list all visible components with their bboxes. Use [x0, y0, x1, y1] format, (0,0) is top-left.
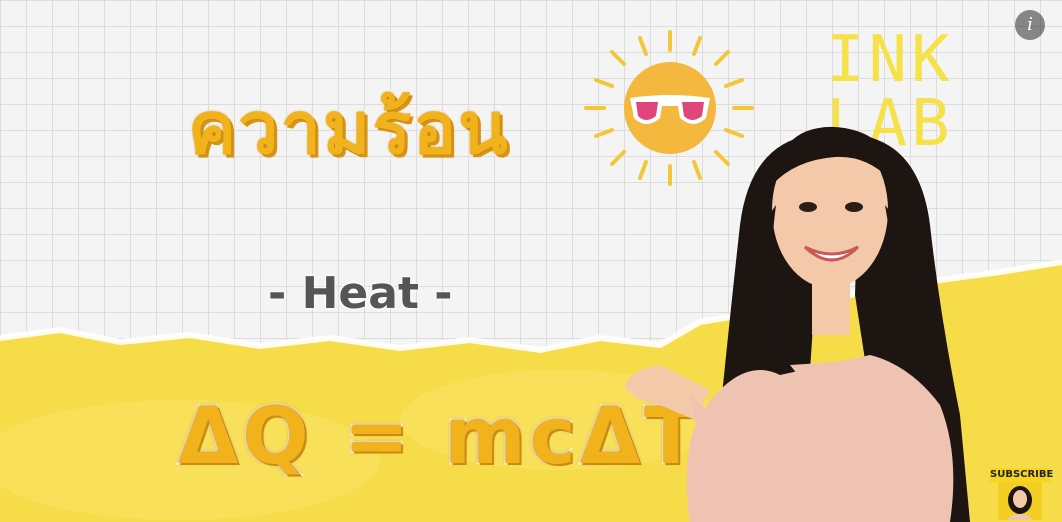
video-frame[interactable]: ความร้อน - Heat - ΔQ = mcΔT INK LAB i SU… — [0, 0, 1062, 522]
video-subtitle: - Heat - — [268, 268, 453, 319]
video-title-thai: ความร้อน — [187, 86, 510, 170]
info-icon[interactable]: i — [1015, 10, 1045, 40]
channel-avatar — [998, 482, 1042, 520]
presenter-photo — [625, 126, 970, 522]
subscribe-label: SUBSCRIBE — [990, 468, 1054, 482]
subscribe-button[interactable]: SUBSCRIBE — [990, 468, 1054, 520]
